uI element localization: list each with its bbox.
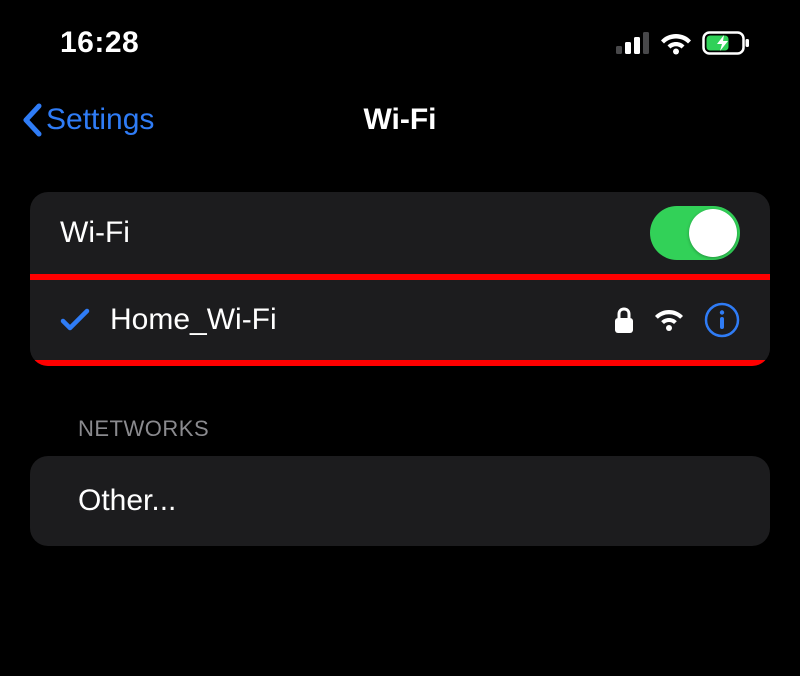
other-network-label: Other... — [78, 484, 176, 518]
lock-icon — [614, 306, 634, 334]
status-time: 16:28 — [60, 26, 139, 60]
toggle-knob — [689, 209, 737, 257]
connected-network-row[interactable]: Home_Wi-Fi — [30, 280, 770, 360]
connected-network-name: Home_Wi-Fi — [110, 303, 598, 337]
back-label: Settings — [46, 103, 154, 137]
navigation-bar: Settings Wi-Fi — [0, 80, 800, 168]
networks-group: Other... — [30, 456, 770, 546]
other-network-row[interactable]: Other... — [30, 456, 770, 546]
wifi-main-group: Wi-Fi Home_Wi-Fi — [30, 192, 770, 366]
chevron-left-icon — [20, 102, 44, 138]
info-icon[interactable] — [704, 302, 740, 338]
networks-section-header: Networks — [30, 366, 770, 456]
wifi-signal-icon — [654, 308, 684, 332]
content-area: Wi-Fi Home_Wi-Fi — [0, 168, 800, 546]
cellular-signal-icon — [616, 32, 650, 54]
wifi-toggle-switch[interactable] — [650, 206, 740, 260]
network-row-icons — [614, 302, 740, 338]
back-button[interactable]: Settings — [20, 102, 154, 138]
wifi-toggle-row[interactable]: Wi-Fi — [30, 192, 770, 274]
wifi-status-icon — [660, 31, 692, 55]
battery-charging-icon — [702, 31, 750, 55]
page-title: Wi-Fi — [363, 103, 436, 137]
checkmark-icon — [60, 307, 94, 333]
status-bar: 16:28 — [0, 0, 800, 80]
highlight-annotation: Home_Wi-Fi — [30, 274, 770, 366]
wifi-toggle-label: Wi-Fi — [60, 216, 130, 250]
status-icons — [616, 31, 750, 55]
